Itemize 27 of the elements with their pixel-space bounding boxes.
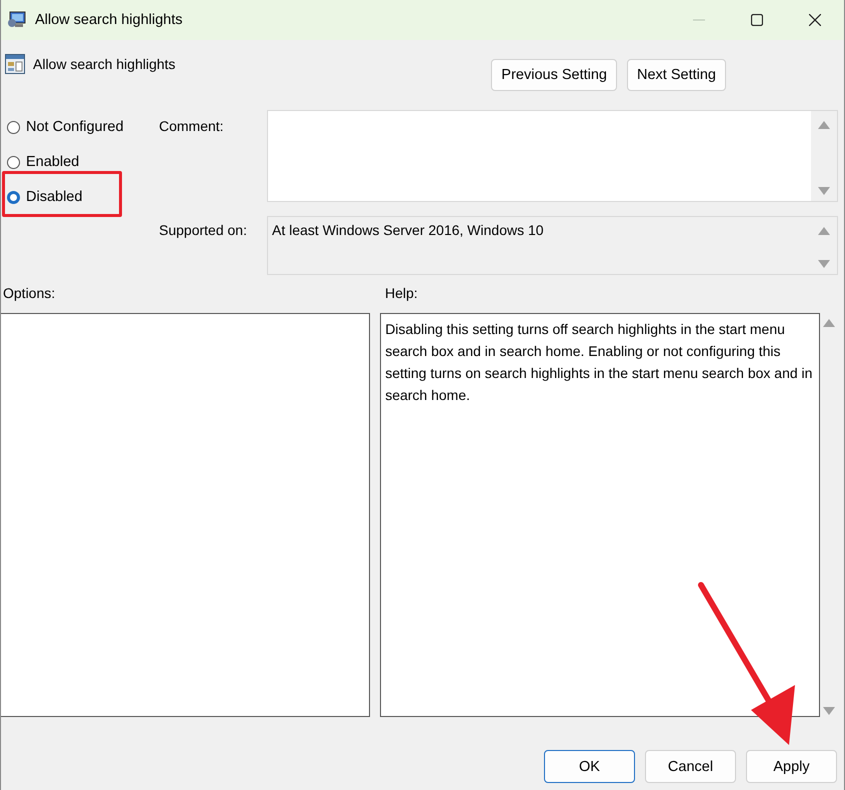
close-icon[interactable] <box>809 14 821 26</box>
scroll-down-icon[interactable] <box>823 707 836 715</box>
policy-icon <box>5 54 25 74</box>
computer-icon <box>7 11 27 29</box>
ok-button[interactable]: OK <box>544 750 635 783</box>
radio-option[interactable]: Not Configured <box>7 116 124 138</box>
apply-button[interactable]: Apply <box>746 750 837 783</box>
comment-label: Comment: <box>159 117 225 136</box>
radio-option[interactable]: Enabled <box>7 151 80 173</box>
previous-setting-button[interactable]: Previous Setting <box>491 59 617 91</box>
radio-option[interactable]: Disabled <box>7 186 82 208</box>
maximize-icon[interactable] <box>751 14 763 26</box>
radio-button[interactable] <box>7 120 20 134</box>
scroll-up-icon[interactable] <box>823 319 836 327</box>
radio-button[interactable] <box>7 156 20 168</box>
supported-on-label: Supported on: <box>159 221 248 240</box>
help-text: Disabling this setting turns off search highlights in the start menu search box and in search home. Enabling or not configuring this setting turns on search highlights in the start menu search box and in search home. <box>380 313 820 717</box>
supported-on-text: At least Windows Server 2016, Windows 10 <box>271 221 545 240</box>
next-setting-button[interactable]: Next Setting <box>627 59 726 91</box>
radio-button[interactable] <box>7 190 20 204</box>
scroll-up-icon[interactable] <box>818 227 830 235</box>
cancel-button[interactable]: Cancel <box>645 750 736 783</box>
options-label: Options: <box>3 285 56 303</box>
scroll-down-icon[interactable] <box>818 260 830 268</box>
policy-name: Allow search highlights <box>33 56 176 72</box>
help-label: Help: <box>385 285 418 303</box>
window-title: Allow search highlights <box>35 12 182 28</box>
